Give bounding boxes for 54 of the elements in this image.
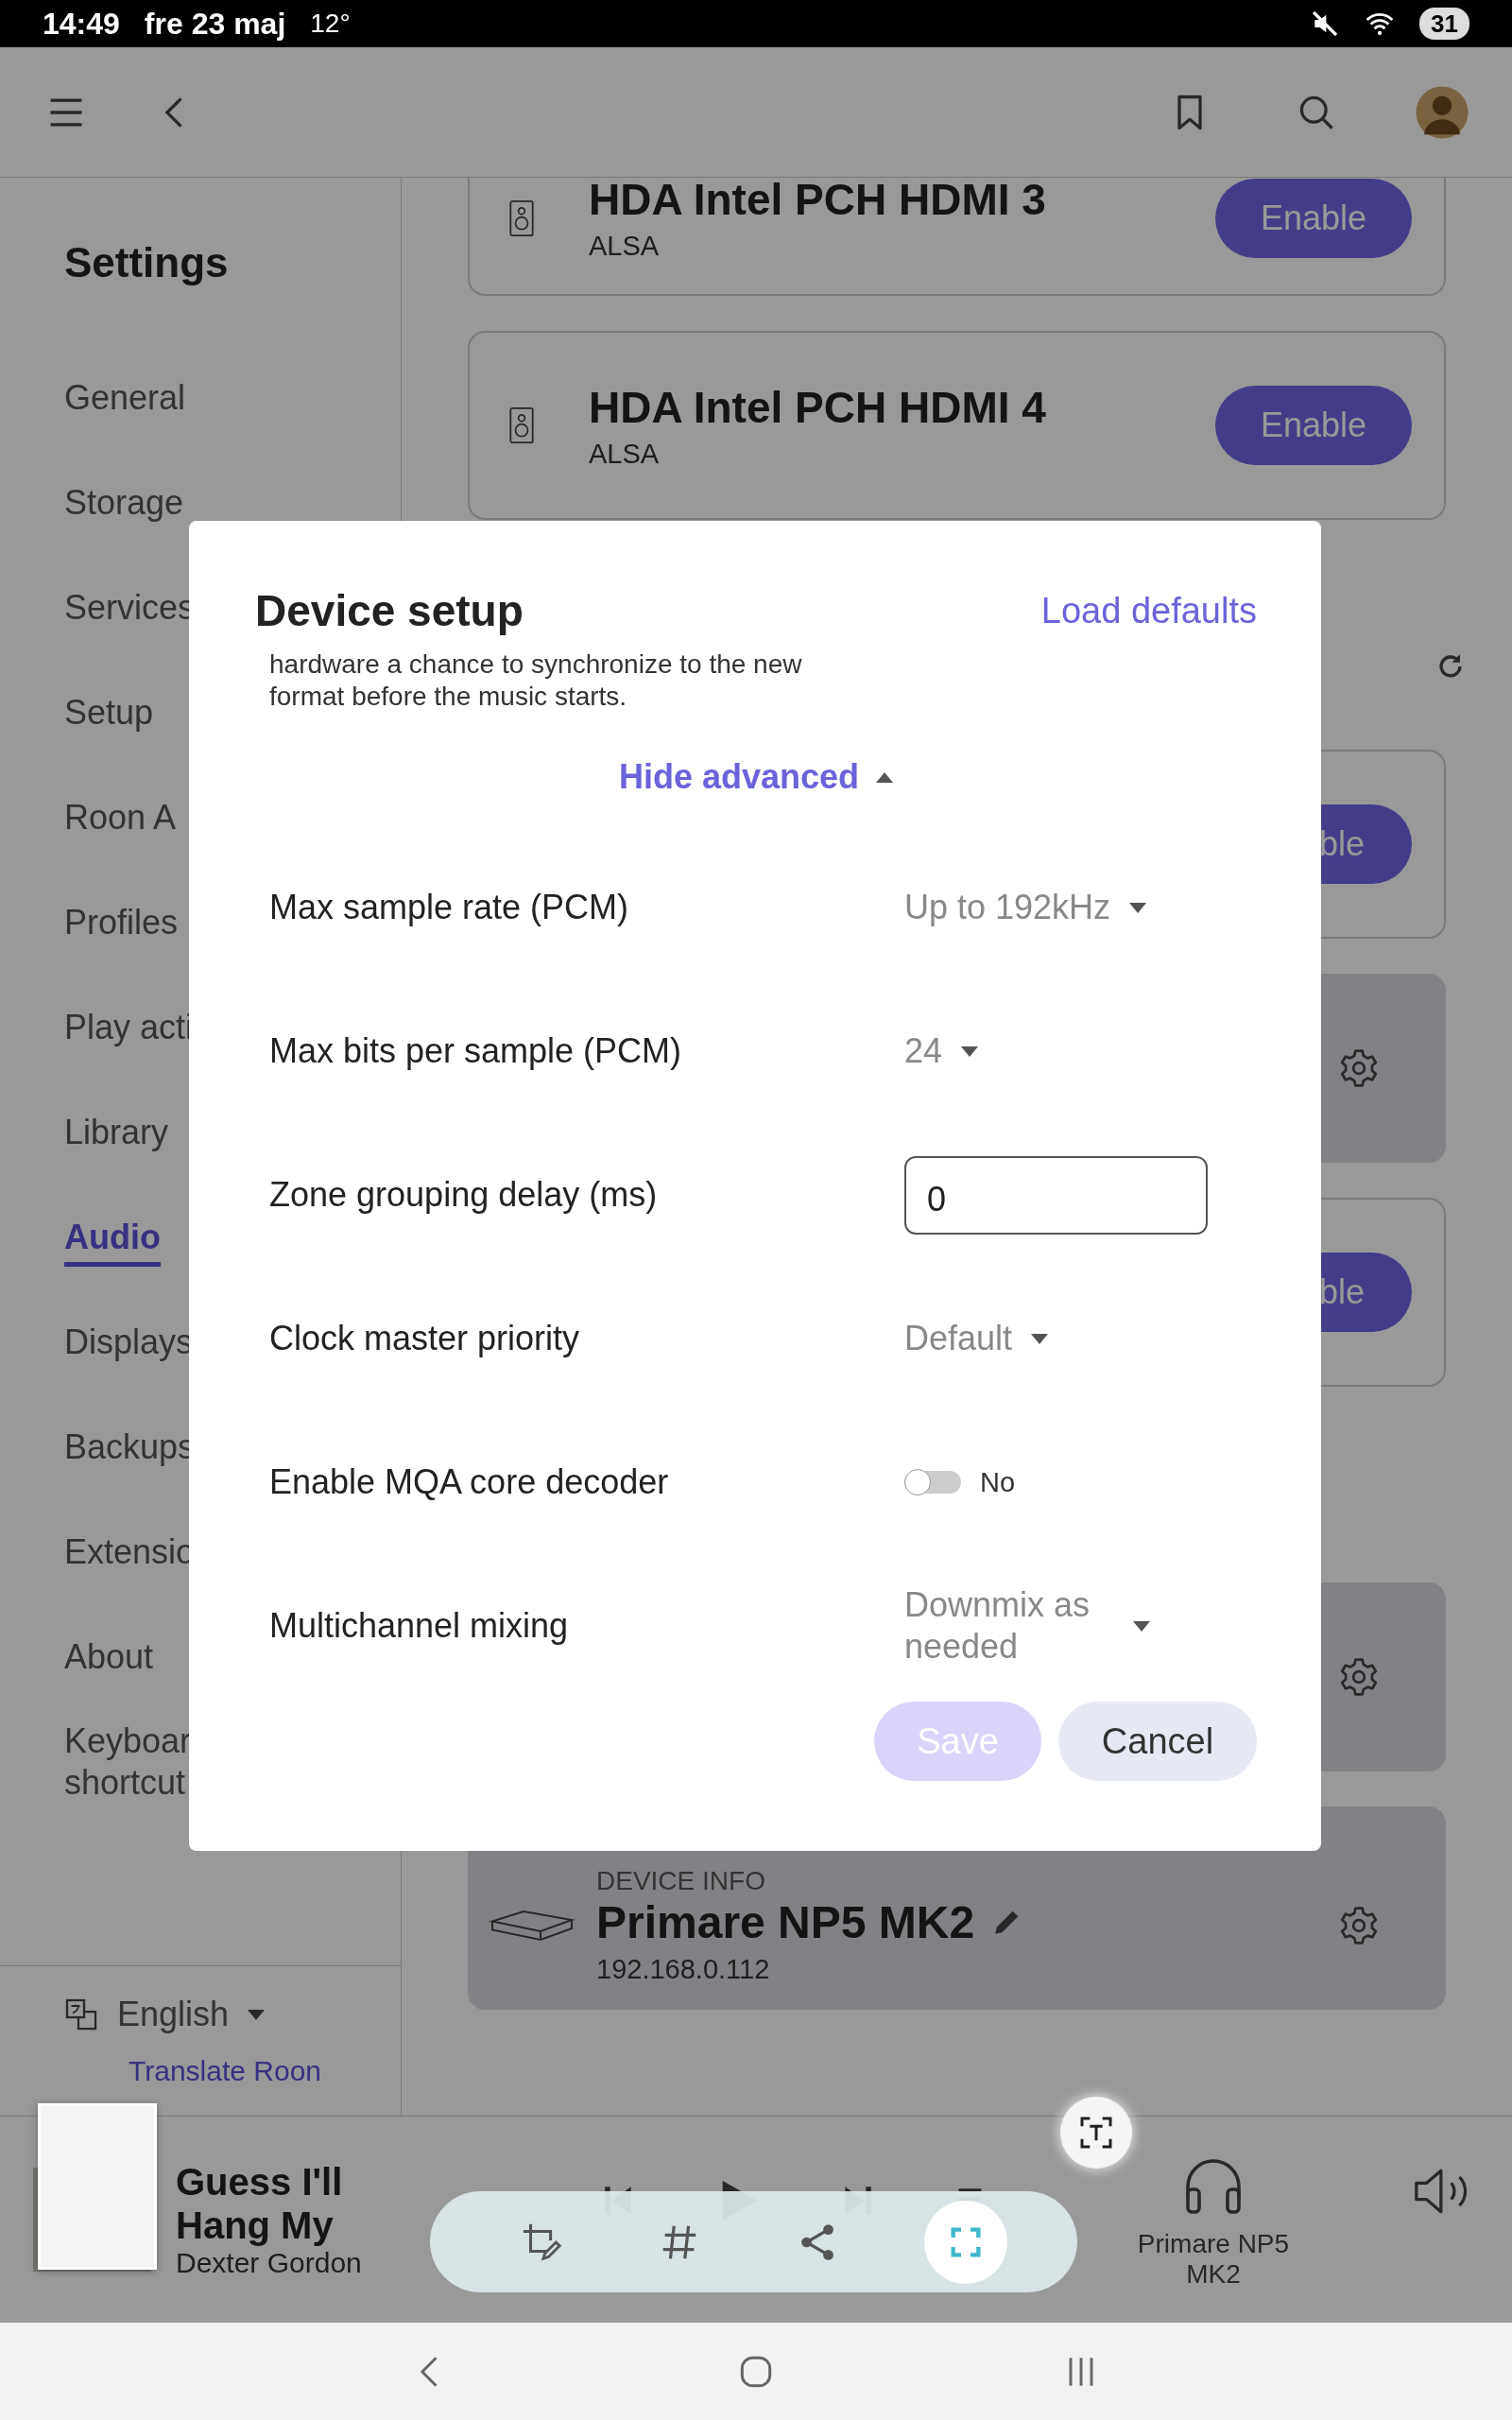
temperature: 12° bbox=[310, 9, 351, 39]
status-date: fre 23 maj bbox=[144, 6, 286, 42]
device-info-label: DEVICE INFO bbox=[596, 1865, 766, 1896]
setting-label: Clock master priority bbox=[269, 1319, 581, 1358]
caret-down-icon bbox=[961, 1046, 979, 1057]
caret-down-icon bbox=[1133, 1620, 1150, 1632]
settings-icon[interactable] bbox=[1338, 1904, 1380, 1946]
clock-time: 14:49 bbox=[43, 6, 120, 42]
caret-down-icon bbox=[1129, 902, 1147, 913]
dialog-note: hardware a chance to synchronize to the new format before the music starts. bbox=[269, 648, 803, 713]
translate-link[interactable]: Translate Roon bbox=[129, 2055, 401, 2087]
extract-text-button[interactable] bbox=[1060, 2097, 1132, 2169]
setting-label: Multichannel mixing bbox=[269, 1606, 570, 1646]
setting-label: Max bits per sample (PCM) bbox=[269, 1031, 683, 1071]
enable-button[interactable]: Enable bbox=[1215, 178, 1412, 258]
cancel-button[interactable]: Cancel bbox=[1058, 1702, 1257, 1781]
dropdown[interactable]: Up to 192kHz bbox=[904, 887, 1147, 928]
dialog-title: Device setup bbox=[255, 585, 524, 636]
dropdown[interactable]: 24 bbox=[904, 1030, 979, 1072]
hide-advanced-link[interactable]: Hide advanced bbox=[618, 757, 894, 797]
screenshot-thumbnail[interactable] bbox=[38, 2103, 157, 2270]
track-title: Hang My bbox=[176, 2204, 335, 2247]
toggle-value: No bbox=[980, 1466, 1016, 1498]
settings-title: Settings bbox=[64, 239, 230, 286]
battery-level: 31 bbox=[1419, 8, 1469, 40]
load-defaults-link[interactable]: Load defaults bbox=[1040, 590, 1257, 631]
setting-label: Enable MQA core decoder bbox=[269, 1462, 670, 1502]
setting-label: Max sample rate (PCM) bbox=[269, 888, 630, 927]
track-title: Guess I'll bbox=[176, 2160, 344, 2204]
dropdown[interactable]: Downmix as needed bbox=[904, 1584, 1150, 1668]
translate-icon bbox=[64, 1997, 98, 2031]
sidebar-item[interactable]: General bbox=[64, 345, 206, 450]
device-driver: ALSA bbox=[589, 438, 661, 470]
settings-icon[interactable] bbox=[1338, 1656, 1380, 1698]
ip-address: 192.168.0.112 bbox=[596, 1953, 771, 1985]
language-selector[interactable]: English bbox=[117, 1995, 230, 2034]
sidebar-item[interactable]: Storage bbox=[64, 450, 206, 555]
zone-name[interactable]: Primare NP5 MK2 bbox=[1119, 2229, 1308, 2290]
device-driver: ALSA bbox=[589, 231, 661, 262]
streamer-device-icon bbox=[489, 1908, 576, 1943]
dropdown[interactable]: Default bbox=[904, 1318, 1049, 1359]
caret-icon bbox=[876, 771, 894, 783]
device-name: HDA Intel PCH HDMI 3 bbox=[589, 178, 1046, 225]
enable-button[interactable]: Enable bbox=[1215, 386, 1412, 465]
toggle-switch[interactable] bbox=[904, 1471, 961, 1494]
device-name: Primare NP5 MK2 bbox=[596, 1895, 975, 1948]
avatar-icon[interactable] bbox=[1415, 84, 1469, 140]
setting-label: Zone grouping delay (ms) bbox=[269, 1175, 659, 1215]
caret-down-icon bbox=[1031, 1333, 1049, 1344]
settings-icon[interactable] bbox=[1338, 1047, 1380, 1089]
device-name: HDA Intel PCH HDMI 4 bbox=[589, 381, 1046, 433]
track-artist: Dexter Gordon bbox=[176, 2247, 363, 2279]
input-field[interactable]: 0 bbox=[904, 1155, 1208, 1235]
caret-down-icon bbox=[248, 2009, 266, 2020]
